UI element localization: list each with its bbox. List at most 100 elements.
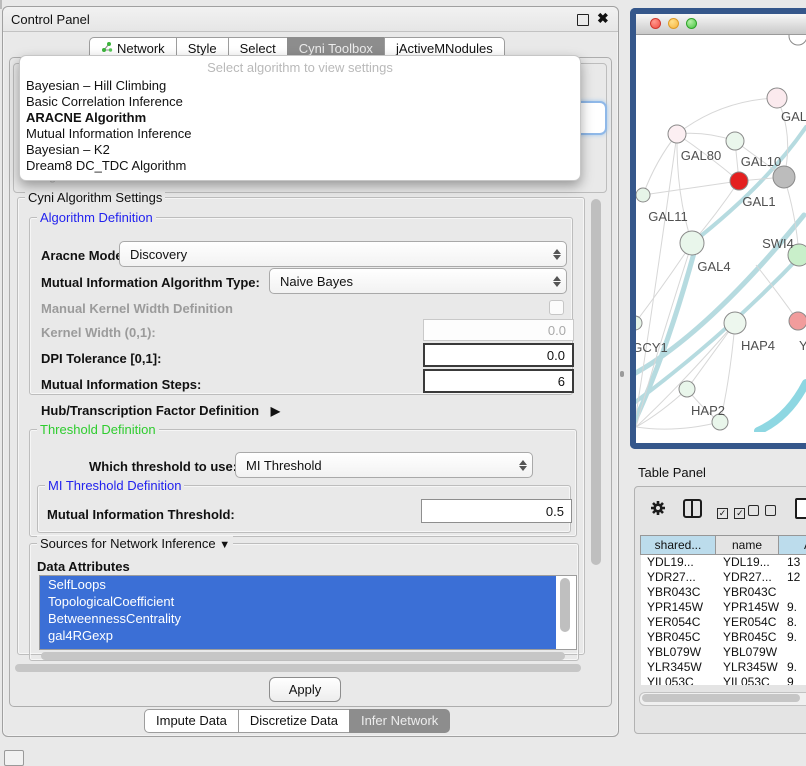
table-row[interactable]: YBR045CYBR045C9. bbox=[641, 630, 806, 645]
mi-threshold-group-title: MI Threshold Definition bbox=[45, 478, 184, 493]
select-all-columns-icon[interactable]: ✓ ✓ bbox=[717, 503, 745, 521]
column-header[interactable]: shared... bbox=[640, 535, 716, 555]
node-table: shared... name A YDL19...YDL19...13 YDR2… bbox=[641, 535, 806, 685]
dropdown-placeholder: Select algorithm to view settings bbox=[20, 60, 580, 75]
manual-kernel-label: Manual Kernel Width Definition bbox=[41, 301, 233, 316]
table-row[interactable]: YLR345WYLR345W9. bbox=[641, 660, 806, 675]
node-gcy1[interactable] bbox=[636, 316, 642, 330]
dpi-tolerance-field[interactable]: 0.0 bbox=[423, 343, 574, 367]
node-hap4[interactable] bbox=[724, 312, 746, 334]
mi-type-value: Naive Bayes bbox=[270, 274, 548, 289]
table-panel: ✓ ✓ shared... name A YDL19...YDL19...13 … bbox=[634, 486, 806, 734]
minimized-window-icon[interactable] bbox=[4, 750, 24, 766]
close-traffic-light-icon[interactable] bbox=[650, 18, 661, 29]
expand-right-icon: ▶ bbox=[271, 404, 280, 418]
combo-arrows-icon bbox=[514, 460, 532, 471]
mi-type-combo[interactable]: Naive Bayes bbox=[269, 268, 567, 294]
network-icon bbox=[101, 41, 113, 56]
node-label: GAL11 bbox=[648, 209, 688, 224]
mi-threshold-field[interactable]: 0.5 bbox=[421, 499, 572, 523]
apply-button[interactable]: Apply bbox=[269, 677, 341, 702]
minimize-traffic-light-icon[interactable] bbox=[668, 18, 679, 29]
hub-definition-toggle[interactable]: Hub/Transcription Factor Definition ▶ bbox=[41, 403, 280, 418]
splitter-handle[interactable] bbox=[620, 371, 624, 377]
manual-kernel-checkbox[interactable] bbox=[549, 300, 564, 315]
node-gal80[interactable] bbox=[668, 125, 686, 143]
float-window-icon[interactable] bbox=[577, 14, 589, 26]
list-item[interactable]: TopologicalCoefficient bbox=[40, 593, 556, 610]
tab-impute-data[interactable]: Impute Data bbox=[144, 709, 239, 733]
dropdown-option-selected[interactable]: ARACNE Algorithm bbox=[26, 110, 146, 125]
which-threshold-label: Which threshold to use: bbox=[89, 459, 237, 474]
aracne-mode-combo[interactable]: Discovery bbox=[119, 241, 567, 267]
tab-label: Network bbox=[117, 41, 165, 56]
tab-label: jActiveMNodules bbox=[396, 41, 493, 56]
table-row[interactable]: YDR27...YDR27...12 bbox=[641, 570, 806, 585]
list-vertical-scrollbar[interactable] bbox=[560, 578, 570, 632]
table-row-partial[interactable]: YIL053CYIL053C9 bbox=[641, 675, 806, 685]
network-window-titlebar bbox=[636, 14, 806, 35]
close-icon[interactable]: ✖ bbox=[597, 10, 609, 27]
collapse-down-icon: ▼ bbox=[219, 539, 230, 551]
node-gal10[interactable] bbox=[726, 132, 744, 150]
sources-toggle[interactable]: Sources for Network Inference ▼ bbox=[37, 536, 233, 551]
node-label: GAL4 bbox=[697, 259, 730, 274]
node-hap2[interactable] bbox=[679, 381, 695, 397]
edge-thick bbox=[758, 383, 806, 431]
node-label: GCY1 bbox=[636, 340, 668, 355]
settings-vertical-scrollbar[interactable] bbox=[591, 199, 601, 565]
list-item[interactable]: SelfLoops bbox=[40, 576, 556, 593]
dropdown-option[interactable]: Dream8 DC_TDC Algorithm bbox=[26, 158, 186, 173]
tab-infer-network[interactable]: Infer Network bbox=[349, 709, 450, 733]
column-view-icon[interactable] bbox=[683, 499, 702, 518]
dropdown-option[interactable]: Bayesian – Hill Climbing bbox=[26, 78, 166, 93]
new-table-icon[interactable] bbox=[795, 498, 806, 519]
threshold-definition-title: Threshold Definition bbox=[37, 422, 159, 437]
node-y[interactable] bbox=[789, 312, 806, 330]
node-label: GAL10 bbox=[741, 154, 781, 169]
column-header[interactable]: name bbox=[715, 535, 779, 555]
list-item[interactable]: BetweennessCentrality bbox=[40, 610, 556, 627]
table-row[interactable]: YDL19...YDL19...13 bbox=[641, 555, 806, 570]
dpi-tolerance-label: DPI Tolerance [0,1]: bbox=[41, 351, 161, 366]
network-view-window[interactable]: GAL GAL80 GAL10 GAL1 GAL11 SWI4 GAL4 GCY… bbox=[630, 8, 806, 449]
table-row[interactable]: YBR043CYBR043C bbox=[641, 585, 806, 600]
tab-discretize-data[interactable]: Discretize Data bbox=[238, 709, 350, 733]
table-row[interactable]: YBL079WYBL079W bbox=[641, 645, 806, 660]
network-canvas[interactable]: GAL GAL80 GAL10 GAL1 GAL11 SWI4 GAL4 GCY… bbox=[636, 35, 806, 443]
hub-definition-label: Hub/Transcription Factor Definition bbox=[41, 403, 259, 418]
column-header[interactable]: A bbox=[778, 535, 806, 555]
node-gal11[interactable] bbox=[636, 188, 650, 202]
node-gal1[interactable] bbox=[730, 172, 748, 190]
zoom-traffic-light-icon[interactable] bbox=[686, 18, 697, 29]
which-threshold-value: MI Threshold bbox=[236, 458, 514, 473]
table-header-row: shared... name A bbox=[641, 535, 806, 555]
apply-button-label: Apply bbox=[289, 682, 322, 697]
control-panel-title: Control Panel bbox=[11, 12, 90, 27]
list-item-partial bbox=[40, 644, 556, 649]
list-item[interactable]: gal4RGexp bbox=[40, 627, 556, 644]
combo-arrows-icon bbox=[548, 249, 566, 260]
settings-horizontal-scrollbar[interactable] bbox=[15, 664, 581, 672]
gear-icon[interactable] bbox=[649, 499, 667, 522]
node-gray[interactable] bbox=[773, 166, 795, 188]
mi-steps-label: Mutual Information Steps: bbox=[41, 377, 201, 392]
cyni-mode-tabs: Impute Data Discretize Data Infer Networ… bbox=[144, 709, 450, 733]
node[interactable] bbox=[789, 35, 806, 45]
which-threshold-combo[interactable]: MI Threshold bbox=[235, 452, 533, 478]
dropdown-option[interactable]: Mutual Information Inference bbox=[26, 126, 191, 141]
list-horizontal-scrollbar[interactable] bbox=[41, 652, 565, 660]
kernel-width-label: Kernel Width (0,1): bbox=[41, 325, 156, 340]
node-gal[interactable] bbox=[767, 88, 787, 108]
mi-steps-field[interactable]: 6 bbox=[423, 369, 574, 393]
node-gal4[interactable] bbox=[680, 231, 704, 255]
sources-title: Sources for Network Inference bbox=[40, 536, 216, 551]
deselect-all-columns-icon[interactable] bbox=[748, 503, 776, 521]
table-horizontal-scrollbar[interactable] bbox=[639, 692, 806, 706]
dropdown-option[interactable]: Basic Correlation Inference bbox=[26, 94, 183, 109]
kernel-width-field[interactable]: 0.0 bbox=[423, 319, 574, 341]
table-row[interactable]: YPR145WYPR145W9. bbox=[641, 600, 806, 615]
data-attributes-list[interactable]: SelfLoops TopologicalCoefficient Between… bbox=[39, 575, 577, 650]
table-row[interactable]: YER054CYER054C8. bbox=[641, 615, 806, 630]
dropdown-option[interactable]: Bayesian – K2 bbox=[26, 142, 110, 157]
